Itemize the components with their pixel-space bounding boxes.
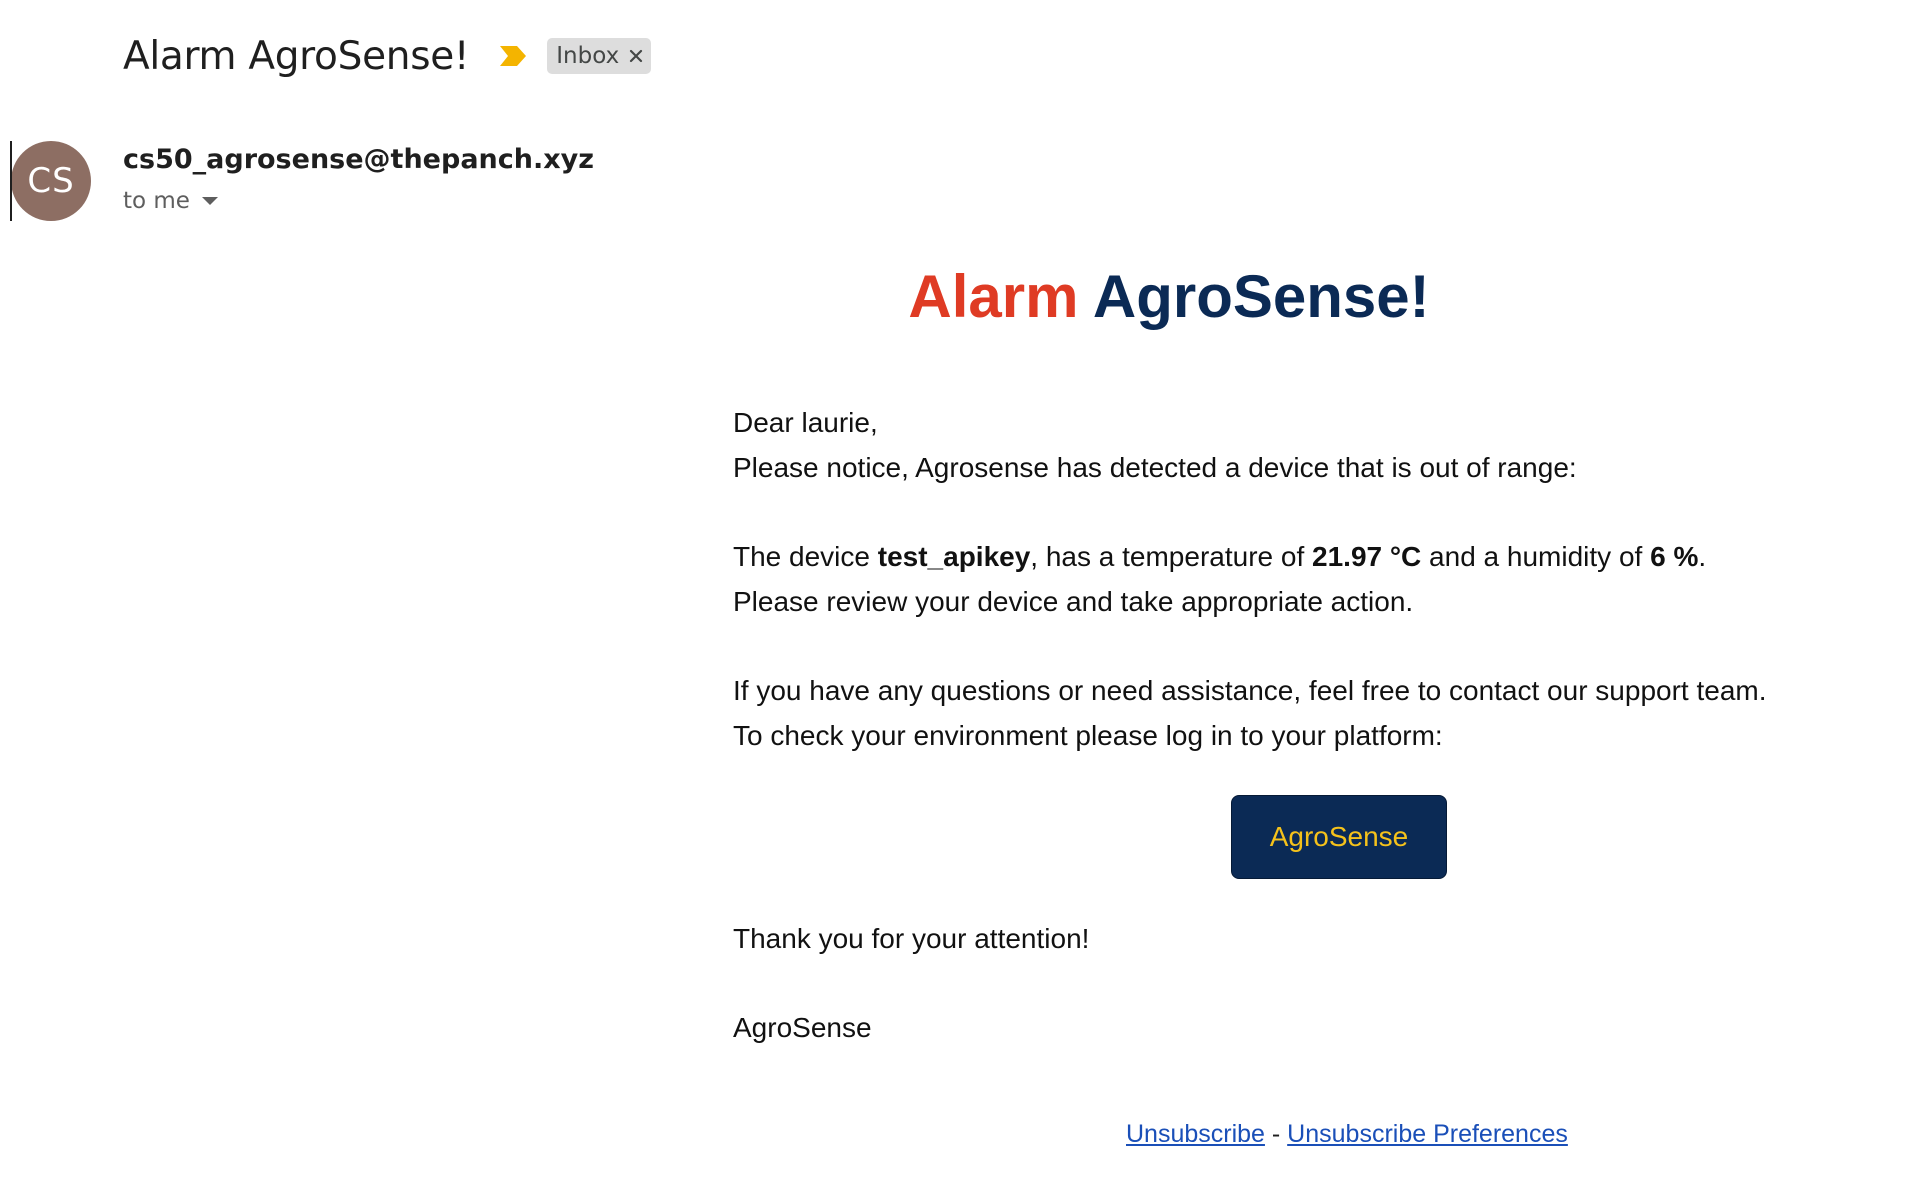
chevron-down-icon[interactable] [201, 197, 218, 205]
email-subject: Alarm AgroSense! [123, 33, 470, 79]
importance-marker-icon[interactable] [499, 45, 527, 67]
questions-text: If you have any questions or need assist… [733, 675, 1767, 706]
greeting: Dear laurie, [733, 407, 878, 438]
thanks-text: Thank you for your attention! [733, 923, 1090, 954]
email-title-alarm: Alarm [908, 263, 1079, 330]
humidity-value: 6 % [1650, 541, 1699, 572]
email-title: Alarm AgroSense! [0, 262, 1908, 331]
device-name: test_apikey [877, 541, 1031, 572]
text-cursor [10, 141, 12, 221]
email-title-brand: AgroSense! [1092, 263, 1430, 330]
avatar[interactable]: CS [11, 141, 91, 221]
subject-row: Alarm AgroSense! Inbox [123, 30, 652, 82]
sender-address[interactable]: cs50_agrosense@thepanch.xyz [123, 144, 594, 175]
agrosense-login-button-label: AgroSense [1269, 821, 1409, 852]
notice-text: Please notice, Agrosense has detected a … [733, 452, 1577, 483]
close-icon[interactable] [629, 49, 643, 63]
recipient-details-toggle[interactable]: to me [123, 188, 218, 214]
temperature-value: 21.97 °C [1312, 541, 1422, 572]
recipient-label: to me [123, 188, 190, 214]
link-separator: - [1264, 1120, 1288, 1148]
unsubscribe-preferences-link[interactable]: Unsubscribe Preferences [1287, 1120, 1568, 1148]
humidity-suffix: . [1698, 541, 1707, 572]
label-chip-text: Inbox [556, 43, 620, 69]
login-prompt: To check your environment please log in … [733, 720, 1443, 751]
label-chip-inbox[interactable]: Inbox [547, 38, 652, 74]
device-prefix: The device [733, 541, 878, 572]
avatar-initials: CS [27, 161, 75, 201]
signature: AgroSense [733, 1012, 872, 1043]
humidity-prefix: and a humidity of [1421, 541, 1651, 572]
device-reading: The device test_apikey, has a temperatur… [733, 534, 1706, 579]
review-text: Please review your device and take appro… [733, 586, 1414, 617]
agrosense-login-button[interactable]: AgroSense [1231, 795, 1447, 879]
temperature-prefix: , has a temperature of [1030, 541, 1313, 572]
footer-links: Unsubscribe - Unsubscribe Preferences [1126, 1120, 1568, 1149]
unsubscribe-link[interactable]: Unsubscribe [1126, 1120, 1265, 1148]
